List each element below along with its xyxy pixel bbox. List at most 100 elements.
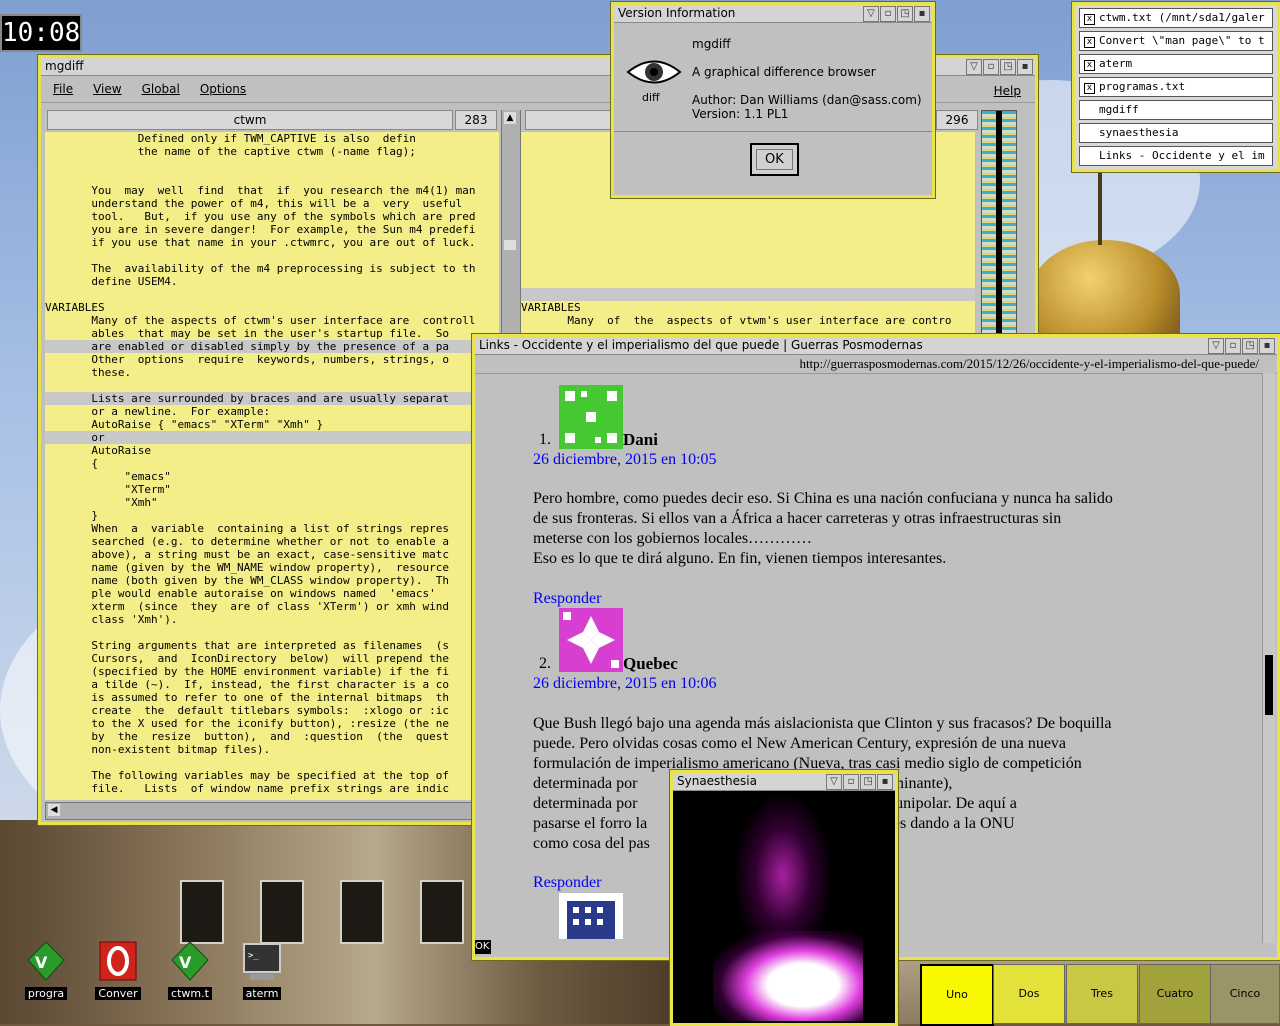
synaesthesia-window[interactable]: Synaesthesia ▽ ▫ ◳ ▪	[670, 770, 898, 1026]
diff-line: }	[45, 509, 98, 522]
diff-line: name (given by the WM_NAME window proper…	[45, 561, 449, 574]
check-icon: x	[1084, 60, 1095, 71]
reply-link[interactable]: Responder	[533, 874, 601, 892]
eye-icon	[626, 60, 682, 84]
diff-line: VARIABLES	[521, 301, 581, 314]
iconify-icon[interactable]: ▫	[983, 59, 999, 75]
synaesthesia-titlebar[interactable]: Synaesthesia ▽ ▫ ◳ ▪	[673, 773, 895, 791]
app-description: A graphical difference browser	[692, 65, 876, 79]
menu-help[interactable]: Help	[994, 84, 1021, 98]
window-list-item[interactable]: Links - Occidente y el im	[1079, 146, 1273, 166]
diff-line: Lists are surrounded by braces and are u…	[45, 392, 499, 405]
diff-line: these.	[45, 366, 132, 379]
scroll-thumb[interactable]	[1265, 655, 1273, 715]
desktop-icon-ctwm[interactable]: V ctwm.t	[162, 940, 218, 1000]
desktop-icon-convert[interactable]: Conver	[90, 940, 146, 1000]
window-list-item[interactable]: x aterm	[1079, 54, 1273, 74]
diff-line	[45, 171, 499, 184]
diff-line: Defined only if TWM_CAPTIVE is also defi…	[45, 132, 416, 145]
window-title: Synaesthesia	[677, 774, 757, 788]
desktop-icon-programas[interactable]: V progra	[18, 940, 74, 1000]
eye-icon-label: diff	[642, 91, 660, 104]
close-icon[interactable]: ▪	[877, 774, 893, 790]
workspace-uno[interactable]: Uno	[920, 964, 994, 1026]
menu-file[interactable]: File	[53, 82, 73, 96]
scroll-left-icon[interactable]: ◀	[48, 804, 60, 816]
diff-line: VARIABLES	[45, 301, 105, 314]
diff-line: create the default titlebars symbols: :x…	[45, 704, 449, 717]
ok-button[interactable]: OK	[750, 143, 799, 176]
diff-line: You may well find that if you research t…	[45, 184, 476, 197]
comment-date-link[interactable]: 26 diciembre, 2015 en 10:05	[533, 451, 717, 469]
diff-line: Many of the aspects of vtwm's user inter…	[521, 314, 952, 327]
left-text-pane[interactable]: Defined only if TWM_CAPTIVE is also defi…	[45, 132, 499, 800]
resize-icon[interactable]: ◳	[897, 6, 913, 22]
diff-line: Other options require keywords, numbers,…	[45, 353, 449, 366]
version-titlebar[interactable]: Version Information ▽ ▫ ◳ ▪	[614, 5, 932, 23]
diff-line: When a variable containing a list of str…	[45, 522, 449, 535]
close-icon[interactable]: ▪	[1259, 338, 1275, 354]
menu-options[interactable]: Options	[200, 82, 246, 96]
diff-line	[45, 626, 499, 639]
iconify-icon[interactable]: ▫	[880, 6, 896, 22]
links-titlebar[interactable]: Links - Occidente y el imperialismo del …	[475, 337, 1277, 355]
workspace-dos[interactable]: Dos	[993, 964, 1065, 1024]
close-icon[interactable]: ▪	[914, 6, 930, 22]
scroll-up-icon[interactable]: ▲	[504, 112, 516, 124]
diff-line: define USEM4.	[45, 275, 178, 288]
diff-line: tool. But, if you use any of the symbols…	[45, 210, 476, 223]
diff-line: or	[45, 431, 499, 444]
workspace-cuatro[interactable]: Cuatro	[1139, 964, 1211, 1024]
iconify-icon[interactable]: ▫	[843, 774, 859, 790]
diff-overview-strip[interactable]	[981, 110, 1017, 336]
menu-global[interactable]: Global	[142, 82, 180, 96]
dome-cross	[1098, 170, 1102, 245]
horizontal-scrollbar[interactable]: ◀	[45, 802, 501, 820]
diff-line: non-existent bitmap files).	[45, 743, 271, 756]
diff-line: understand the power of m4, this will be…	[45, 197, 463, 210]
diff-line: "Xmh"	[45, 496, 158, 509]
workspace-cinco[interactable]: Cinco	[1210, 964, 1280, 1024]
diff-line: above), a string must be an exact, case-…	[45, 548, 449, 561]
menu-icon[interactable]: ▽	[863, 6, 879, 22]
links-scrollbar[interactable]	[1262, 373, 1275, 943]
resize-icon[interactable]: ◳	[860, 774, 876, 790]
menu-icon[interactable]: ▽	[966, 59, 982, 75]
scroll-thumb[interactable]	[504, 240, 516, 250]
window-list-item[interactable]: x ctwm.txt (/mnt/sda1/galer	[1079, 8, 1273, 28]
diff-line: the name of the captive ctwm (-name flag…	[45, 145, 416, 158]
diff-line: {	[45, 457, 98, 470]
diff-line	[45, 379, 499, 392]
diff-line: The following variables may be specified…	[45, 769, 449, 782]
diff-line: searched (e.g. to determine whether or n…	[45, 535, 449, 548]
reply-link[interactable]: Responder	[533, 590, 601, 608]
iconify-icon[interactable]: ▫	[1225, 338, 1241, 354]
desktop-icon-aterm[interactable]: >_ aterm	[234, 940, 290, 1000]
terminal-icon: >_	[243, 943, 281, 980]
vim-icon: V	[171, 941, 209, 981]
comment-date-link[interactable]: 26 diciembre, 2015 en 10:06	[533, 675, 717, 693]
workspace-tres[interactable]: Tres	[1066, 964, 1138, 1024]
resize-icon[interactable]: ◳	[1242, 338, 1258, 354]
diff-line: String arguments that are interpreted as…	[45, 639, 449, 652]
window-list-item[interactable]: x programas.txt	[1079, 77, 1273, 97]
window-list-item[interactable]: mgdiff	[1079, 100, 1273, 120]
url-bar[interactable]: http://guerrasposmodernas.com/2015/12/26…	[799, 356, 1259, 372]
close-icon[interactable]: ▪	[1017, 59, 1033, 75]
comment-author: Dani	[623, 430, 658, 449]
app-version: Version: 1.1 PL1	[692, 107, 789, 121]
window-list-item[interactable]: synaesthesia	[1079, 123, 1273, 143]
menu-icon[interactable]: ▽	[826, 774, 842, 790]
check-icon: x	[1084, 14, 1095, 25]
resize-icon[interactable]: ◳	[1000, 59, 1016, 75]
window-list-item[interactable]: x Convert \"man page\" to t	[1079, 31, 1273, 51]
check-icon: x	[1084, 37, 1095, 48]
version-dialog[interactable]: Version Information ▽ ▫ ◳ ▪ diff mgdiff …	[611, 2, 935, 198]
menu-icon[interactable]: ▽	[1208, 338, 1224, 354]
diff-line: AutoRaise { "emacs" "XTerm" "Xmh" }	[45, 418, 324, 431]
diff-line: file. Lists of window name prefix string…	[45, 782, 449, 795]
diff-line: xterm (since they are of class 'XTerm') …	[45, 600, 449, 613]
avatar	[559, 893, 623, 939]
status-text: OK	[475, 940, 491, 954]
menu-view[interactable]: View	[93, 82, 121, 96]
